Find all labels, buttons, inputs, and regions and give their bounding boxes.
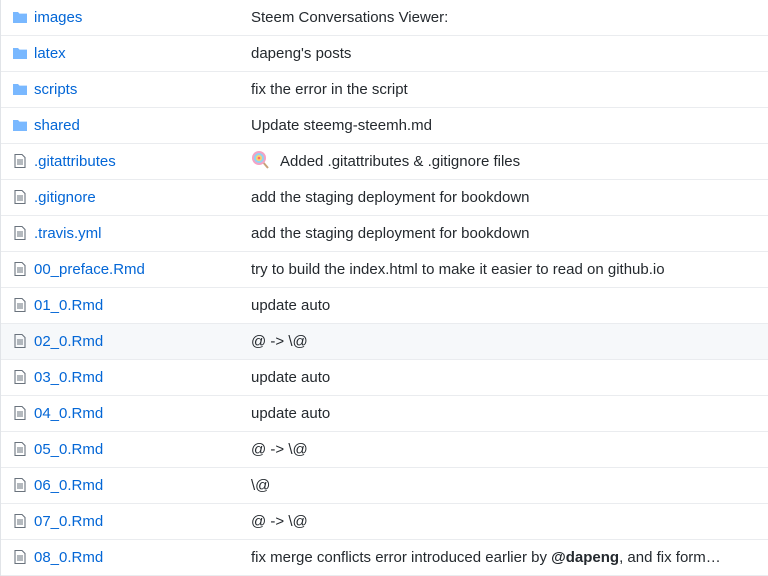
file-name-link[interactable]: latex (34, 36, 66, 71)
lollipop-icon (252, 151, 269, 169)
file-name-link[interactable]: 03_0.Rmd (34, 360, 103, 395)
folder-icon (13, 84, 27, 95)
folder-icon (13, 12, 27, 23)
commit-message-link[interactable]: try to build the index.html to make it e… (251, 252, 751, 287)
commit-message-link[interactable]: add the staging deployment for bookdown (251, 216, 751, 251)
file-icon (14, 297, 26, 313)
file-icon (14, 513, 26, 529)
file-row[interactable]: 06_0.Rmd \@ (1, 468, 768, 504)
file-name-link[interactable]: .gitattributes (34, 144, 116, 179)
file-icon (14, 189, 26, 205)
file-icon (14, 405, 26, 421)
commit-message-link[interactable]: \@ (251, 468, 751, 503)
commit-message-text: , and fix form… (619, 549, 721, 566)
file-name-link[interactable]: scripts (34, 72, 77, 107)
folder-icon (13, 120, 27, 131)
commit-message-link[interactable]: fix merge conflicts error introduced ear… (251, 540, 751, 575)
file-name-link[interactable]: 04_0.Rmd (34, 396, 103, 431)
file-icon (14, 333, 26, 349)
file-icon (14, 225, 26, 241)
file-row[interactable]: 01_0.Rmd update auto (1, 288, 768, 324)
file-row[interactable]: .gitignore add the staging deployment fo… (1, 180, 768, 216)
file-row[interactable]: 03_0.Rmd update auto (1, 360, 768, 396)
commit-message-link[interactable]: Added .gitattributes & .gitignore files (251, 144, 751, 179)
file-icon (14, 261, 26, 277)
file-row[interactable]: 04_0.Rmd update auto (1, 396, 768, 432)
commit-message-link[interactable]: Steem Conversations Viewer: (251, 0, 751, 35)
commit-message-link[interactable]: @ -> \@ (251, 324, 751, 359)
commit-message-link[interactable]: @ -> \@ (251, 432, 751, 467)
file-name-link[interactable]: .travis.yml (34, 216, 102, 251)
file-row[interactable]: shared Update steemg-steemh.md (1, 108, 768, 144)
file-icon (14, 153, 26, 169)
commit-message-link[interactable]: fix the error in the script (251, 72, 751, 107)
file-name-link[interactable]: images (34, 0, 82, 35)
file-name-link[interactable]: shared (34, 108, 80, 143)
file-row[interactable]: .travis.yml add the staging deployment f… (1, 216, 768, 252)
file-row[interactable]: 05_0.Rmd @ -> \@ (1, 432, 768, 468)
file-name-link[interactable]: 01_0.Rmd (34, 288, 103, 323)
file-row[interactable]: 08_0.Rmd fix merge conflicts error intro… (1, 540, 768, 576)
file-icon (14, 369, 26, 385)
commit-message-link[interactable]: update auto (251, 360, 751, 395)
file-name-link[interactable]: 02_0.Rmd (34, 324, 103, 359)
file-name-link[interactable]: 07_0.Rmd (34, 504, 103, 539)
file-row[interactable]: .gitattributes Added .gitattributes & .g… (1, 144, 768, 180)
file-name-link[interactable]: 00_preface.Rmd (34, 252, 145, 287)
file-row[interactable]: latex dapeng's posts (1, 36, 768, 72)
file-name-link[interactable]: .gitignore (34, 180, 96, 215)
file-name-link[interactable]: 06_0.Rmd (34, 468, 103, 503)
file-icon (14, 477, 26, 493)
file-row[interactable]: 07_0.Rmd @ -> \@ (1, 504, 768, 540)
commit-message-text: Added .gitattributes & .gitignore files (280, 153, 521, 170)
file-row[interactable]: images Steem Conversations Viewer: (1, 0, 768, 36)
file-name-link[interactable]: 05_0.Rmd (34, 432, 103, 467)
commit-message-link[interactable]: add the staging deployment for bookdown (251, 180, 751, 215)
commit-message-link[interactable]: update auto (251, 288, 751, 323)
commit-message-link[interactable]: dapeng's posts (251, 36, 751, 71)
file-icon (14, 441, 26, 457)
folder-icon (13, 48, 27, 59)
file-icon (14, 549, 26, 565)
user-mention-link[interactable]: @dapeng (551, 549, 619, 566)
file-list: images Steem Conversations Viewer: latex… (0, 0, 768, 576)
file-name-link[interactable]: 08_0.Rmd (34, 540, 103, 575)
commit-message-link[interactable]: Update steemg-steemh.md (251, 108, 751, 143)
commit-message-link[interactable]: @ -> \@ (251, 504, 751, 539)
file-row[interactable]: scripts fix the error in the script (1, 72, 768, 108)
file-row[interactable]: 02_0.Rmd @ -> \@ (1, 324, 768, 360)
commit-message-link[interactable]: update auto (251, 396, 751, 431)
commit-message-text: fix merge conflicts error introduced ear… (251, 549, 552, 566)
file-row[interactable]: 00_preface.Rmd try to build the index.ht… (1, 252, 768, 288)
